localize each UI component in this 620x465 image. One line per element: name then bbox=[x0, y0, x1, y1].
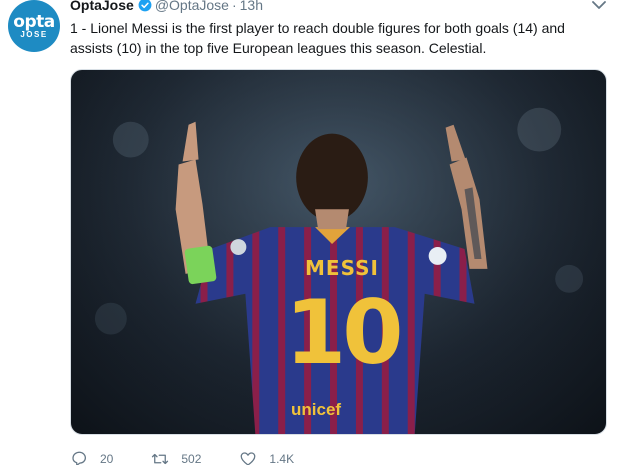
separator-dot: · bbox=[231, 0, 237, 13]
avatar-brand: opta bbox=[13, 11, 55, 32]
timestamp[interactable]: 13h bbox=[240, 0, 263, 13]
reply-count: 20 bbox=[100, 452, 114, 465]
display-name[interactable]: OptaJose bbox=[70, 0, 134, 13]
like-count: 1.4K bbox=[269, 452, 295, 465]
retweet-button[interactable]: 502 bbox=[151, 450, 201, 465]
tweet-text: 1 - Lionel Messi is the first player to … bbox=[70, 20, 565, 56]
reply-button[interactable]: 20 bbox=[70, 450, 113, 465]
avatar-sub: JOSE bbox=[20, 29, 48, 39]
retweet-count: 502 bbox=[181, 452, 202, 465]
like-button[interactable]: 1.4K bbox=[239, 450, 294, 465]
tweet-photo[interactable]: MESSI 10 unicef bbox=[70, 69, 607, 435]
shirt-name: MESSI bbox=[305, 256, 379, 280]
retweet-icon bbox=[152, 453, 169, 465]
verified-icon bbox=[138, 0, 152, 12]
avatar[interactable]: opta JOSE bbox=[8, 0, 60, 52]
shirt-number: 10 bbox=[285, 281, 403, 384]
heart-icon bbox=[241, 452, 256, 465]
handle[interactable]: @OptaJose bbox=[155, 0, 229, 13]
reply-icon bbox=[72, 451, 87, 465]
sponsor-logo: unicef bbox=[291, 400, 342, 419]
tweet-header: OptaJose @OptaJose · 13h bbox=[70, 0, 263, 14]
tweet-actions: 20 502 1.4K bbox=[70, 450, 332, 465]
chevron-down-icon[interactable] bbox=[592, 0, 606, 10]
